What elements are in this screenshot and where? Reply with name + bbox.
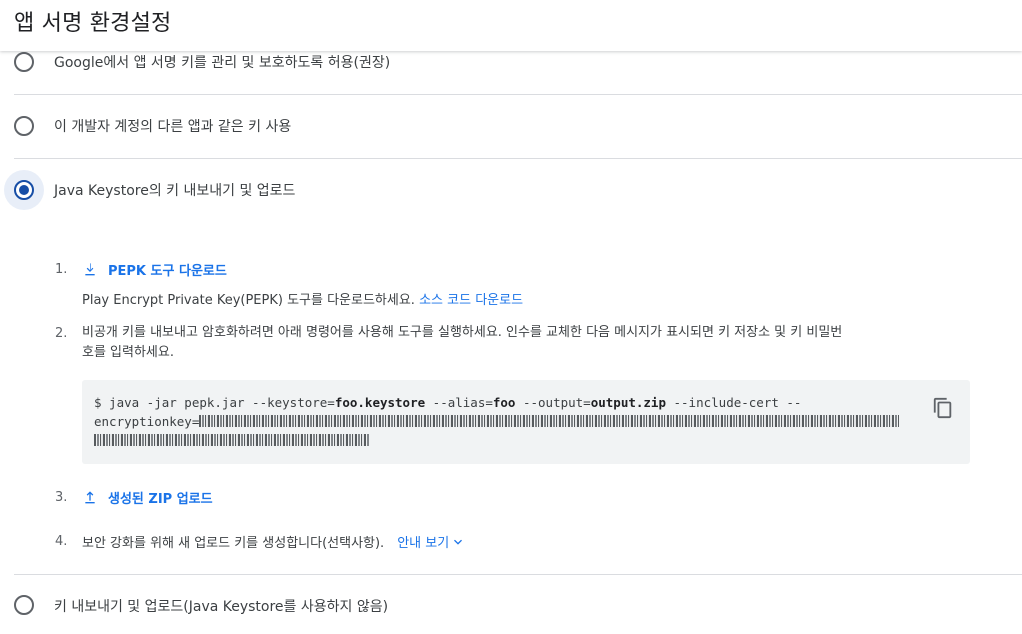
code-part: encryptionkey= — [94, 414, 200, 429]
radio-circle — [14, 595, 34, 615]
redacted-encryption-key — [94, 434, 370, 446]
step-number: 3. — [55, 490, 68, 505]
code-part: $ java -jar pepk.jar --keystore= — [94, 395, 335, 410]
step1-desc-text: Play Encrypt Private Key(PEPK) 도구를 다운로드하… — [82, 293, 415, 308]
radio-export-no-keystore[interactable] — [4, 585, 44, 625]
option-label: 이 개발자 계정의 다른 앱과 같은 키 사용 — [54, 119, 292, 135]
code-alias: foo — [492, 395, 516, 410]
step4-row: 보안 강화를 위해 새 업로드 키를 생성합니다(선택사항). 안내 보기 — [82, 532, 466, 551]
page-title: 앱 서명 환경설정 — [14, 11, 172, 36]
step2-line1: 비공개 키를 내보내고 암호화하려면 아래 명령어를 사용해 도구를 실행하세요… — [82, 325, 843, 340]
view-guide-link[interactable]: 안내 보기 — [397, 532, 466, 551]
option-same-key[interactable]: 이 개발자 계정의 다른 앱과 같은 키 사용 — [0, 95, 1022, 158]
option-java-keystore[interactable]: Java Keystore의 키 내보내기 및 업로드 — [0, 159, 1022, 219]
option-label: Java Keystore의 키 내보내기 및 업로드 — [54, 183, 296, 199]
step2-line2: 호를 입력하세요. — [82, 345, 174, 360]
step1-description: Play Encrypt Private Key(PEPK) 도구를 다운로드하… — [82, 289, 523, 308]
upload-zip-link[interactable]: 생성된 ZIP 업로드 — [108, 488, 213, 507]
upload-zip-button[interactable]: 생성된 ZIP 업로드 — [82, 488, 213, 507]
download-source-link[interactable]: 소스 코드 다운로드 — [419, 293, 523, 308]
step2-text: 비공개 키를 내보내고 암호화하려면 아래 명령어를 사용해 도구를 실행하세요… — [82, 323, 972, 363]
upload-icon — [85, 490, 95, 503]
step-number: 4. — [55, 534, 68, 549]
page-header: 앱 서명 환경설정 — [0, 0, 1022, 51]
command-text: $ java -jar pepk.jar --keystore=foo.keys… — [94, 393, 914, 450]
option-label: 키 내보내기 및 업로드(Java Keystore를 사용하지 않음) — [54, 599, 389, 615]
code-part: --include-cert -- — [665, 395, 802, 410]
step-number: 2. — [55, 326, 68, 341]
code-part: --alias= — [425, 395, 493, 410]
radio-circle — [14, 52, 34, 72]
command-code-block: $ java -jar pepk.jar --keystore=foo.keys… — [82, 380, 970, 464]
code-output: output.zip — [590, 395, 666, 410]
download-pepk-button[interactable]: PEPK 도구 다운로드 — [82, 260, 227, 279]
radio-circle-checked — [14, 180, 34, 200]
step-number: 1. — [55, 262, 68, 277]
view-guide-label: 안내 보기 — [397, 536, 450, 551]
download-icon — [85, 262, 95, 275]
redacted-encryption-key — [199, 415, 900, 427]
radio-same-key[interactable] — [4, 106, 44, 146]
option-label: Google에서 앱 서명 키를 관리 및 보호하도록 허용(권장) — [54, 55, 391, 71]
code-keystore: foo.keystore — [334, 395, 426, 410]
chevron-down-icon — [454, 539, 463, 545]
code-part: --output= — [515, 395, 591, 410]
download-pepk-link[interactable]: PEPK 도구 다운로드 — [108, 260, 227, 279]
radio-java-keystore[interactable] — [4, 170, 44, 210]
copy-icon[interactable] — [932, 397, 954, 419]
radio-circle — [14, 116, 34, 136]
step4-text: 보안 강화를 위해 새 업로드 키를 생성합니다(선택사항). — [82, 536, 385, 551]
option-export-no-keystore[interactable]: 키 내보내기 및 업로드(Java Keystore를 사용하지 않음) — [0, 575, 1022, 634]
